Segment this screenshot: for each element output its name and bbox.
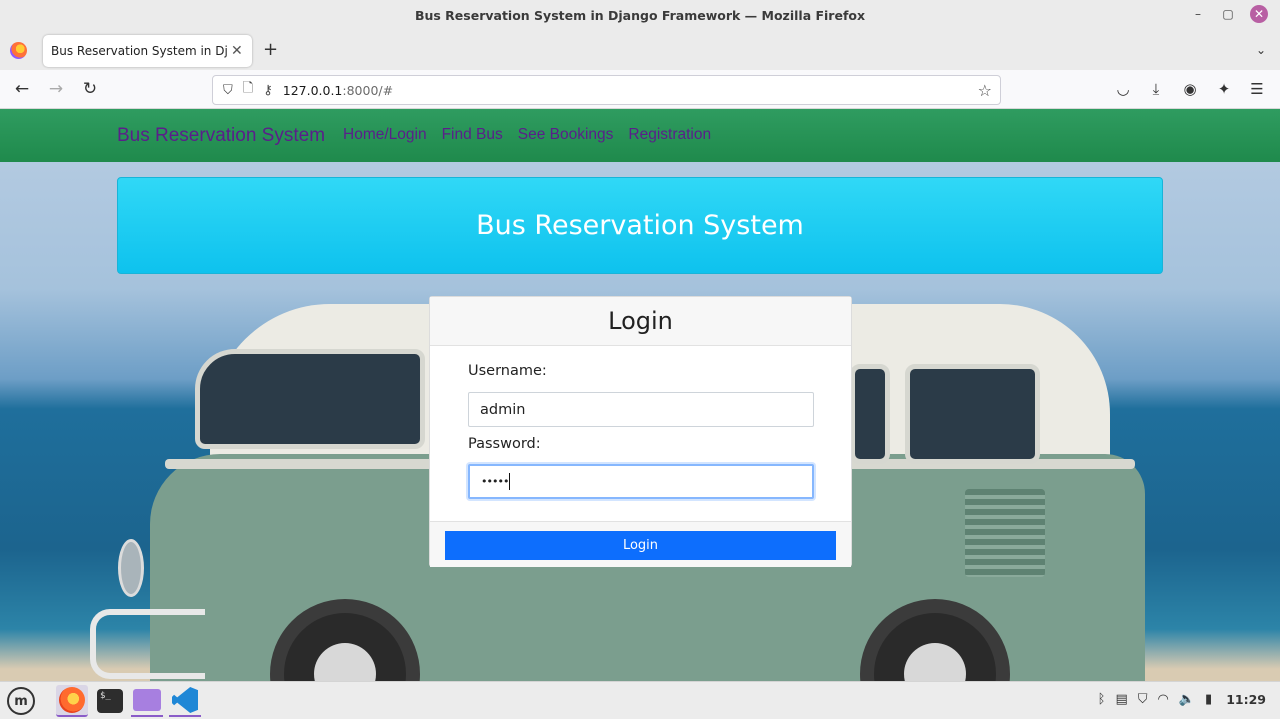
url-text[interactable]: 127.0.0.1:8000/# xyxy=(283,83,393,98)
minimize-icon[interactable]: – xyxy=(1190,6,1206,22)
login-card-header: Login xyxy=(430,297,851,346)
site-nav-links: Home/Login Find Bus See Bookings Registr… xyxy=(343,126,711,144)
login-button[interactable]: Login xyxy=(445,531,836,560)
tab-bus-reservation[interactable]: Bus Reservation System in Djan ✕ xyxy=(43,35,252,67)
clipboard-icon[interactable]: ▤ xyxy=(1115,692,1127,707)
nav-link-registration[interactable]: Registration xyxy=(628,126,711,144)
url-host: 127.0.0.1 xyxy=(282,82,343,98)
nav-link-find-bus[interactable]: Find Bus xyxy=(442,126,503,144)
new-tab-button[interactable]: + xyxy=(263,41,278,59)
key-icon[interactable]: ⚷ xyxy=(263,83,273,98)
text-caret xyxy=(509,473,511,490)
extensions-icon[interactable]: ✦ xyxy=(1215,80,1233,98)
password-input[interactable]: ••••• xyxy=(468,464,814,499)
window-titlebar: Bus Reservation System in Django Framewo… xyxy=(0,0,1280,31)
tab-bar: Bus Reservation System in Djan ✕ + ⌄ xyxy=(0,31,1280,70)
nav-link-home-login[interactable]: Home/Login xyxy=(343,126,427,144)
hero-banner: Bus Reservation System xyxy=(117,177,1163,274)
login-heading: Login xyxy=(608,307,673,335)
window-title: Bus Reservation System in Django Framewo… xyxy=(414,8,866,23)
page-viewport: Bus Reservation System Home/Login Find B… xyxy=(0,109,1280,681)
account-icon[interactable]: ◉ xyxy=(1181,80,1199,98)
username-input[interactable]: admin xyxy=(468,392,814,427)
bookmark-star-icon[interactable]: ☆ xyxy=(978,81,992,100)
site-navbar: Bus Reservation System Home/Login Find B… xyxy=(0,109,1280,162)
window-controls: – ▢ ✕ xyxy=(1190,5,1268,23)
vscode-icon[interactable] xyxy=(169,685,201,717)
password-label: Password: xyxy=(468,436,541,452)
pocket-icon[interactable]: ◡ xyxy=(1114,80,1132,98)
back-icon[interactable]: ← xyxy=(12,79,32,99)
bus-window-front xyxy=(195,349,425,449)
nav-link-see-bookings[interactable]: See Bookings xyxy=(518,126,614,144)
system-tray: ᛒ ▤ ⛉ ◠ 🔈 ▮ 11:29 xyxy=(1098,692,1266,707)
os-taskbar: m $_ ᛒ ▤ ⛉ ◠ 🔈 ▮ 11:29 xyxy=(0,681,1280,719)
maximize-icon[interactable]: ▢ xyxy=(1220,6,1236,22)
downloads-icon[interactable]: ⤓ xyxy=(1147,80,1165,98)
volume-icon[interactable]: 🔈 xyxy=(1179,692,1195,707)
username-label: Username: xyxy=(468,363,547,379)
shield-icon[interactable]: ⛉ xyxy=(223,83,233,98)
bus-window-side xyxy=(850,364,890,464)
files-icon[interactable] xyxy=(131,685,163,717)
navigation-toolbar: ← → ↻ ⛉ 🗋 ⚷ 127.0.0.1:8000/# ☆ ◡ ⤓ ◉ ✦ ☰ xyxy=(0,70,1280,109)
tab-close-icon[interactable]: ✕ xyxy=(231,43,243,59)
forward-icon[interactable]: → xyxy=(46,79,66,99)
site-brand[interactable]: Bus Reservation System xyxy=(117,125,325,147)
bluetooth-icon[interactable]: ᛒ xyxy=(1098,692,1106,707)
password-value: ••••• xyxy=(481,475,509,488)
page-icon[interactable]: 🗋 xyxy=(243,79,253,101)
clock[interactable]: 11:29 xyxy=(1226,692,1266,707)
reload-icon[interactable]: ↻ xyxy=(80,79,100,99)
url-bar[interactable]: ⛉ 🗋 ⚷ 127.0.0.1:8000/# ☆ xyxy=(212,75,1001,105)
bus-vent xyxy=(965,489,1045,577)
bus-bumper xyxy=(90,609,205,679)
firefox-icon[interactable] xyxy=(56,685,88,717)
terminal-prompt: $_ xyxy=(97,689,123,713)
firefox-view-icon[interactable] xyxy=(10,42,27,59)
wifi-icon[interactable]: ◠ xyxy=(1158,692,1169,707)
update-shield-icon[interactable]: ⛉ xyxy=(1138,692,1148,707)
login-card: Login Username: admin Password: ••••• Lo… xyxy=(429,296,852,567)
terminal-icon[interactable]: $_ xyxy=(94,685,126,717)
mint-menu-icon[interactable]: m xyxy=(5,685,37,717)
url-path: :8000/# xyxy=(342,82,394,98)
banner-title: Bus Reservation System xyxy=(476,210,804,241)
menu-icon[interactable]: ☰ xyxy=(1248,80,1266,98)
username-value: admin xyxy=(480,401,526,418)
bus-headlight xyxy=(118,539,144,597)
close-window-icon[interactable]: ✕ xyxy=(1250,5,1268,23)
list-all-tabs-icon[interactable]: ⌄ xyxy=(1256,43,1266,57)
tab-label: Bus Reservation System in Djan xyxy=(51,44,227,58)
bus-window-rear xyxy=(905,364,1040,464)
battery-icon[interactable]: ▮ xyxy=(1205,692,1212,707)
login-card-footer: Login xyxy=(430,521,851,567)
